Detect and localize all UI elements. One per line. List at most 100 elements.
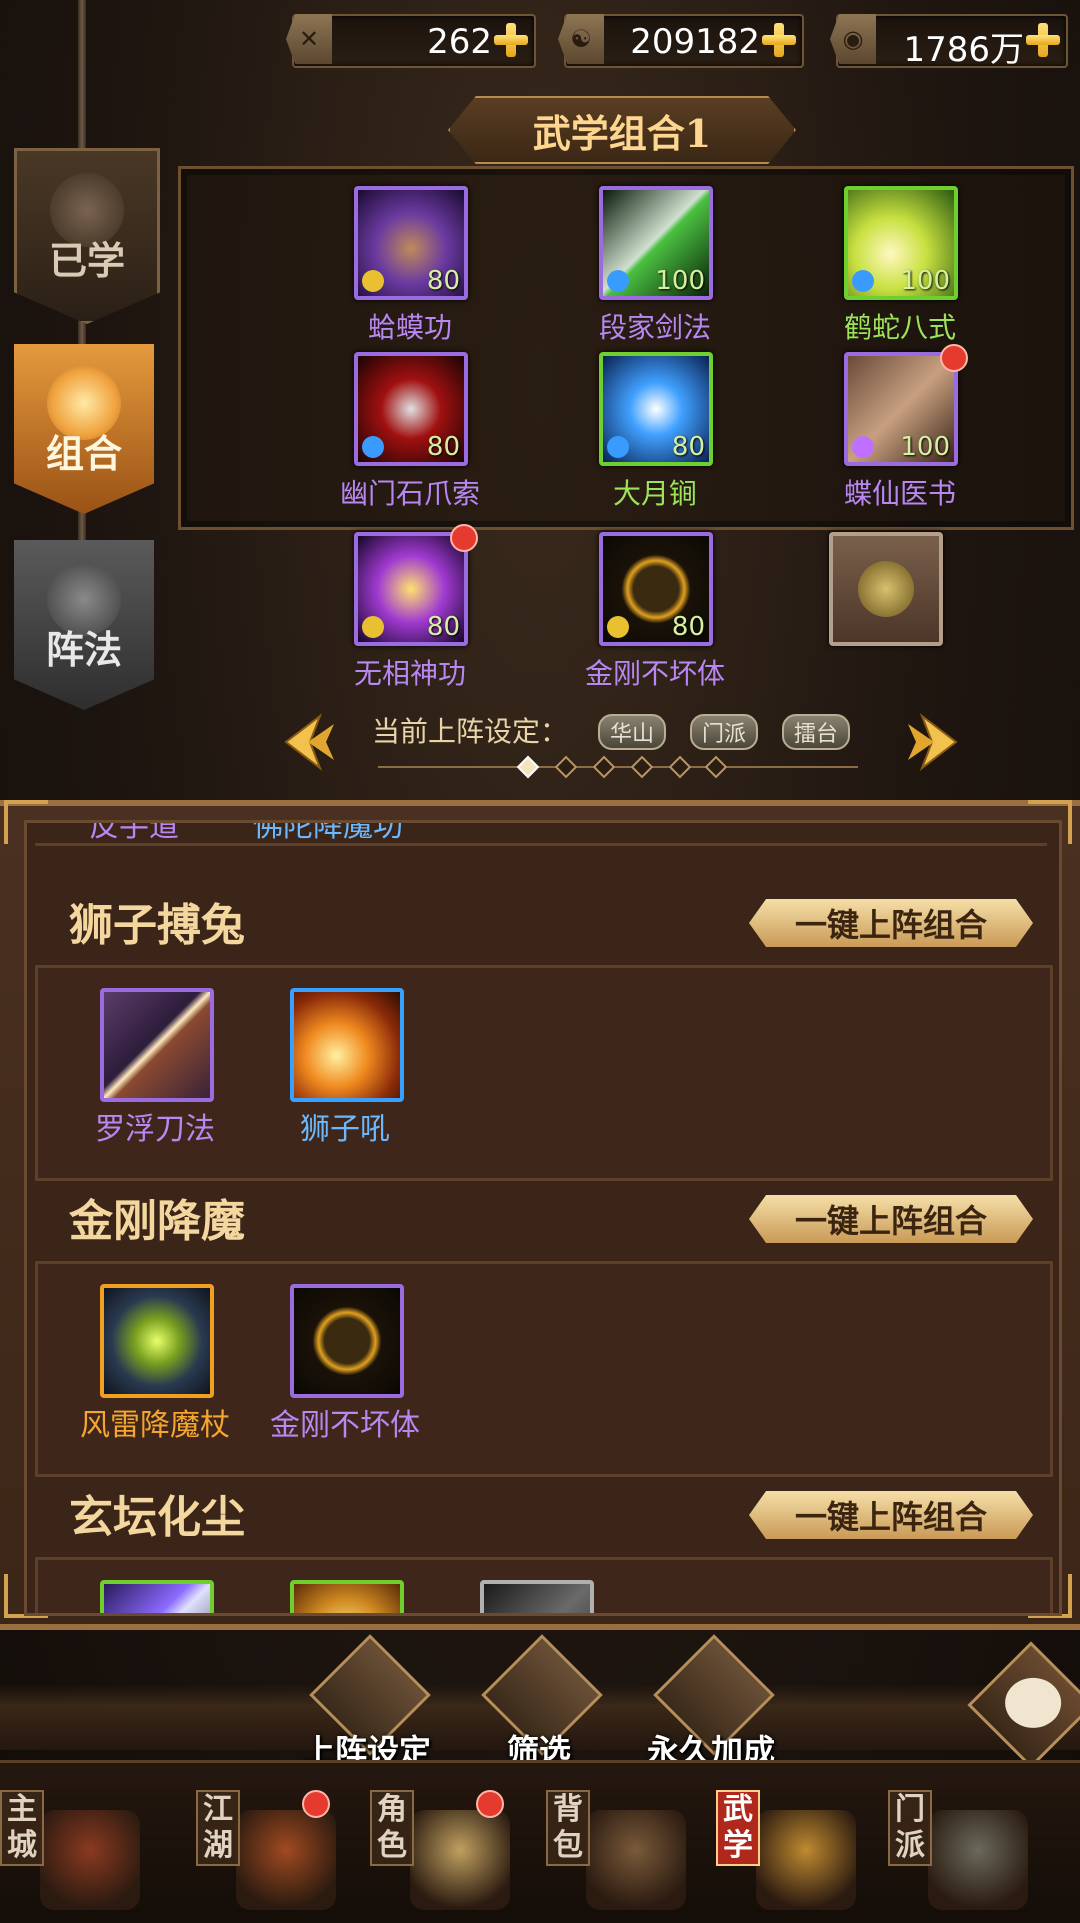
- equipped-skill[interactable]: 100 蝶仙医书: [800, 344, 1000, 512]
- grade-gem-icon: [362, 616, 384, 638]
- resource-value: 209182: [630, 22, 760, 62]
- chain-weapon-icon: [480, 1580, 594, 1613]
- one-key-equip-button[interactable]: 一键上阵组合: [749, 1195, 1033, 1243]
- grade-gem-icon: [852, 270, 874, 292]
- bag-icon: [586, 1810, 686, 1910]
- tab-rope: [78, 0, 86, 150]
- grade-gem-icon: [607, 616, 629, 638]
- skill-name: 大月锏: [612, 477, 697, 510]
- equipped-skill[interactable]: 80 无相神功: [310, 524, 510, 692]
- setting-chip: 门派: [690, 714, 759, 750]
- nav-item[interactable]: 武学: [716, 1790, 856, 1910]
- skill-item[interactable]: 金刚不坏体: [250, 1274, 440, 1444]
- filter-button[interactable]: 筛选: [474, 1634, 604, 1770]
- group-title: 金刚降魔: [69, 1196, 245, 1247]
- medical-book-icon: 100: [844, 352, 958, 466]
- group-items: [35, 1557, 1053, 1613]
- skill-level: 80: [671, 432, 705, 462]
- nav-item[interactable]: 角色: [370, 1790, 510, 1910]
- setting-chip: 擂台: [782, 714, 851, 750]
- nav-label: 背包: [546, 1790, 590, 1866]
- crossed-swords-icon: ✕: [286, 14, 332, 64]
- equipped-skill[interactable]: 80 蛤蟆功: [310, 186, 510, 346]
- permanent-bonus-button[interactable]: 永久加成: [646, 1634, 776, 1770]
- martial-scroll-icon: [756, 1810, 856, 1910]
- skill-item[interactable]: [440, 1570, 630, 1613]
- list-item-name: 反手道: [89, 820, 179, 844]
- skill-item[interactable]: [250, 1570, 440, 1613]
- meditation-icon: 80: [599, 532, 713, 646]
- skill-item[interactable]: [60, 1570, 250, 1613]
- combo-list[interactable]: 反手道 佛陀降魔功 狮子搏兔 一键上阵组合 罗浮刀法 狮子吼 金刚降魔 一键上阵…: [24, 820, 1062, 1616]
- page-indicator[interactable]: [554, 755, 578, 779]
- character-scroll-icon: [410, 1810, 510, 1910]
- resource-counter-energy: ✕ 262: [286, 14, 536, 68]
- page-indicator[interactable]: [592, 755, 616, 779]
- lightning-blade-icon: [100, 1580, 214, 1613]
- equipped-skill[interactable]: 100 鹤蛇八式: [800, 186, 1000, 346]
- group-title: 狮子搏兔: [69, 900, 245, 951]
- nav-item[interactable]: 门派: [888, 1790, 1028, 1910]
- nav-item[interactable]: 主城: [0, 1790, 140, 1910]
- divider: [35, 843, 1047, 846]
- page-indicator[interactable]: [630, 755, 654, 779]
- skill-level: 80: [426, 266, 460, 296]
- deploy-setting-button[interactable]: 上阵设定: [302, 1634, 432, 1770]
- skill-level: 100: [900, 432, 950, 462]
- add-energy-button[interactable]: [492, 21, 530, 59]
- page-indicator[interactable]: [668, 755, 692, 779]
- grade-gem-icon: [852, 436, 874, 458]
- equipped-skill[interactable]: 100 段家剑法: [555, 186, 755, 346]
- skill-level: 80: [426, 612, 460, 642]
- add-copper-button[interactable]: [1024, 21, 1062, 59]
- chat-bubble-icon: [1005, 1677, 1062, 1728]
- grade-gem-icon: [607, 270, 629, 292]
- add-taiji-button[interactable]: [760, 21, 798, 59]
- notification-dot: [302, 1790, 330, 1818]
- resource-value: 262: [427, 22, 492, 62]
- nav-label: 武学: [716, 1790, 760, 1866]
- shadow-figures-icon: 80: [354, 532, 468, 646]
- tab-formation[interactable]: 阵法: [14, 540, 154, 710]
- nav-label: 主城: [0, 1790, 44, 1866]
- tab-combination[interactable]: 组合: [14, 344, 154, 514]
- skill-name: 无相神功: [353, 657, 466, 690]
- sect-cauldron-icon: [928, 1810, 1028, 1910]
- prev-arrow-icon[interactable]: [276, 712, 336, 772]
- notification-dot: [476, 1790, 504, 1818]
- nav-item[interactable]: 江湖: [196, 1790, 336, 1910]
- page-indicator[interactable]: [704, 755, 728, 779]
- notification-dot: [940, 344, 968, 372]
- skill-level: 100: [655, 266, 705, 296]
- city-gate-icon: [40, 1810, 140, 1910]
- claw-rope-icon: 80: [354, 352, 468, 466]
- equipped-skill[interactable]: 80 大月锏: [555, 352, 755, 512]
- next-arrow-icon[interactable]: [906, 712, 966, 772]
- one-key-equip-button[interactable]: 一键上阵组合: [749, 899, 1033, 947]
- locked-slot[interactable]: [785, 532, 985, 692]
- skill-level: 80: [426, 432, 460, 462]
- taiji-coin-icon: ☯: [558, 14, 604, 64]
- combo-title[interactable]: 武学组合1: [448, 96, 796, 164]
- group-title: 玄坛化尘: [69, 1492, 245, 1543]
- page-indicator-active[interactable]: [516, 755, 540, 779]
- tab-label: 阵法: [45, 627, 122, 672]
- setting-chip: 华山: [598, 714, 667, 750]
- equipped-skill[interactable]: 80 金刚不坏体: [555, 532, 755, 692]
- resource-value: 1786万: [903, 30, 1024, 70]
- nav-item[interactable]: 背包: [546, 1790, 686, 1910]
- skill-level: 80: [671, 612, 705, 642]
- one-key-equip-button[interactable]: 一键上阵组合: [749, 1491, 1033, 1539]
- thunder-staff-icon: [100, 1284, 214, 1398]
- grade-gem-icon: [607, 436, 629, 458]
- golden-burst-icon: [290, 1580, 404, 1613]
- skill-name: 金刚不坏体: [270, 1408, 420, 1443]
- skill-name: 蛤蟆功: [367, 311, 452, 344]
- skill-item[interactable]: 狮子吼: [250, 978, 440, 1148]
- twin-mace-icon: 80: [599, 352, 713, 466]
- group-items: 罗浮刀法 狮子吼: [35, 965, 1053, 1181]
- skill-name: 蝶仙医书: [843, 477, 956, 510]
- equipped-skill[interactable]: 80 幽门石爪索: [310, 352, 510, 512]
- tab-learned[interactable]: 已学: [14, 148, 160, 324]
- grade-gem-icon: [362, 270, 384, 292]
